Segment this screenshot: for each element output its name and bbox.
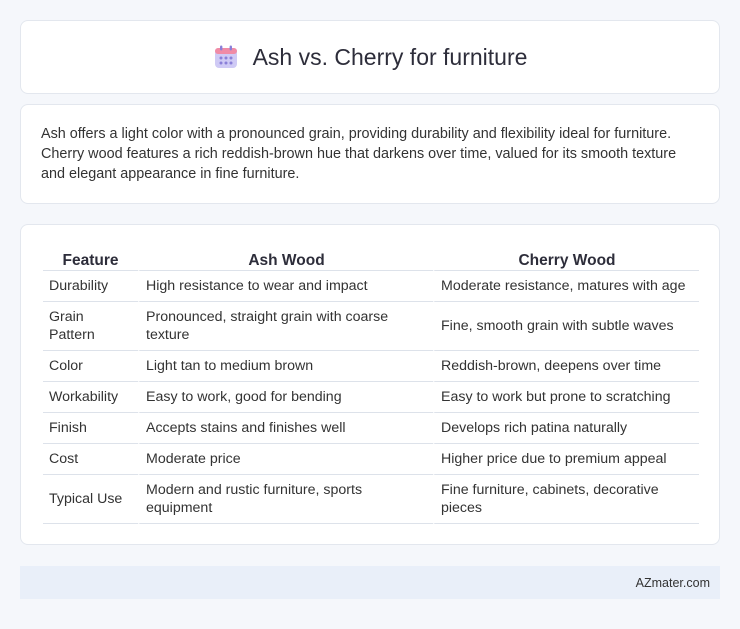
- comparison-table: Feature Ash Wood Cherry Wood Durability …: [43, 245, 699, 524]
- row-ash-value: Easy to work, good for bending: [138, 382, 433, 413]
- table-header-row: Feature Ash Wood Cherry Wood: [43, 245, 699, 271]
- row-ash-value: Modern and rustic furniture, sports equi…: [138, 475, 433, 524]
- row-feature: Durability: [43, 271, 138, 302]
- footer-bar: AZmater.com: [20, 566, 720, 599]
- row-feature: Cost: [43, 444, 138, 475]
- page-title: Ash vs. Cherry for furniture: [252, 43, 528, 70]
- row-ash-value: Light tan to medium brown: [138, 351, 433, 382]
- row-cherry-value: Reddish-brown, deepens over time: [433, 351, 699, 382]
- intro-text: Ash offers a light color with a pronounc…: [41, 126, 677, 182]
- page: Ash vs. Cherry for furniture Ash offers …: [0, 0, 740, 629]
- row-feature: Color: [43, 351, 138, 382]
- row-cherry-value: Easy to work but prone to scratching: [433, 382, 699, 413]
- table-row: Color Light tan to medium brown Reddish-…: [43, 351, 699, 382]
- header-ash-wood: Ash Wood: [138, 245, 433, 271]
- table-row: Cost Moderate price Higher price due to …: [43, 444, 699, 475]
- title-card: Ash vs. Cherry for furniture: [20, 20, 720, 94]
- row-cherry-value: Develops rich patina naturally: [433, 413, 699, 444]
- row-ash-value: Pronounced, straight grain with coarse t…: [138, 302, 433, 351]
- row-feature: Workability: [43, 382, 138, 413]
- table-row: Grain Pattern Pronounced, straight grain…: [43, 302, 699, 351]
- header-cherry-wood: Cherry Wood: [433, 245, 699, 271]
- row-cherry-value: Fine, smooth grain with subtle waves: [433, 302, 699, 351]
- table-row: Typical Use Modern and rustic furniture,…: [43, 475, 699, 524]
- row-feature: Typical Use: [43, 475, 138, 524]
- row-ash-value: High resistance to wear and impact: [138, 271, 433, 302]
- row-ash-value: Accepts stains and finishes well: [138, 413, 433, 444]
- row-cherry-value: Moderate resistance, matures with age: [433, 271, 699, 302]
- row-feature: Grain Pattern: [43, 302, 138, 351]
- calendar-icon: [214, 45, 237, 68]
- footer-brand: AZmater.com: [635, 575, 710, 590]
- table-row: Workability Easy to work, good for bendi…: [43, 382, 699, 413]
- row-cherry-value: Higher price due to premium appeal: [433, 444, 699, 475]
- intro-card: Ash offers a light color with a pronounc…: [20, 104, 720, 204]
- header-feature: Feature: [43, 245, 138, 271]
- row-cherry-value: Fine furniture, cabinets, decorative pie…: [433, 475, 699, 524]
- table-row: Finish Accepts stains and finishes well …: [43, 413, 699, 444]
- row-ash-value: Moderate price: [138, 444, 433, 475]
- table-row: Durability High resistance to wear and i…: [43, 271, 699, 302]
- title-wrap: Ash vs. Cherry for furniture: [213, 43, 528, 71]
- comparison-card: Feature Ash Wood Cherry Wood Durability …: [20, 224, 720, 545]
- row-feature: Finish: [43, 413, 138, 444]
